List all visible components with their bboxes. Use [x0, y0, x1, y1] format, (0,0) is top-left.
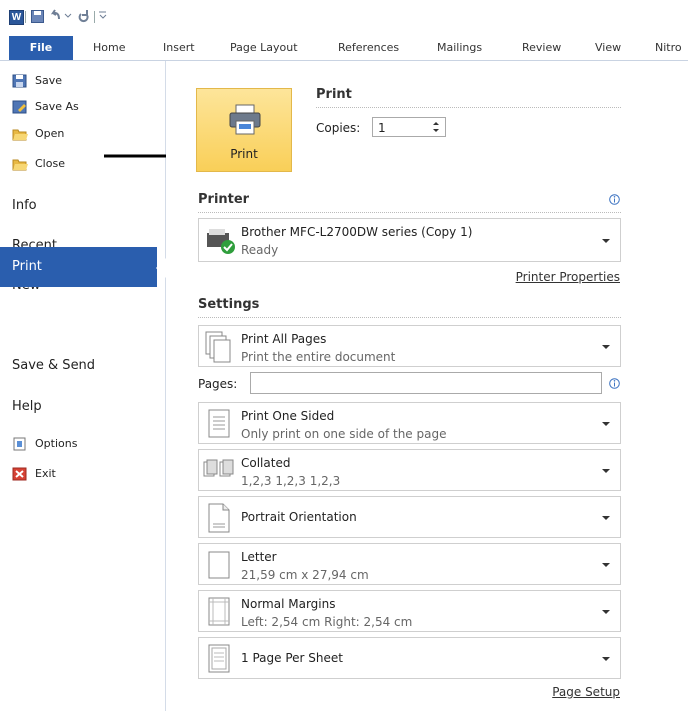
divider [198, 317, 621, 318]
chevron-down-icon [602, 563, 610, 567]
menu-print[interactable]: Print [0, 247, 157, 287]
copies-label: Copies: [316, 121, 361, 135]
one-sided-icon [208, 409, 230, 438]
setting-subtitle: Left: 2,54 cm Right: 2,54 cm [241, 615, 413, 629]
tab-page-layout[interactable]: Page Layout [230, 41, 298, 54]
printer-dropdown[interactable]: Brother MFC-L2700DW series (Copy 1) Read… [198, 218, 621, 262]
ribbon-tabs: File Home Insert Page Layout References … [0, 32, 688, 61]
setting-subtitle: 21,59 cm x 27,94 cm [241, 568, 369, 582]
print-button[interactable]: Print [196, 88, 292, 172]
chevron-down-icon [602, 610, 610, 614]
chevron-down-icon [602, 469, 610, 473]
pages-per-sheet-icon [208, 644, 230, 673]
tab-file[interactable]: File [9, 36, 73, 60]
collation-dropdown[interactable]: Collated 1,2,3 1,2,3 1,2,3 [198, 449, 621, 491]
portrait-icon [208, 503, 230, 533]
qat-separator [25, 11, 26, 23]
info-icon[interactable] [609, 378, 620, 389]
pages-input[interactable] [250, 372, 602, 394]
setting-title: Normal Margins [241, 597, 336, 611]
qat-separator [94, 11, 95, 23]
info-icon[interactable] [609, 194, 620, 205]
tab-home[interactable]: Home [93, 41, 125, 54]
page-setup-link[interactable]: Page Setup [552, 685, 620, 699]
tab-insert[interactable]: Insert [163, 41, 195, 54]
exit-icon [12, 467, 27, 481]
printer-heading: Printer [198, 192, 250, 207]
tab-mailings[interactable]: Mailings [437, 41, 482, 54]
copies-spinner[interactable]: 1 [372, 117, 446, 137]
chevron-down-icon [602, 422, 610, 426]
menu-info[interactable]: Info [12, 198, 37, 213]
settings-heading: Settings [198, 297, 260, 312]
options-icon [13, 437, 26, 451]
printer-icon [229, 104, 261, 135]
collated-icon [203, 459, 234, 477]
setting-title: Print All Pages [241, 332, 327, 346]
setting-title: Portrait Orientation [241, 510, 357, 524]
margins-dropdown[interactable]: Normal Margins Left: 2,54 cm Right: 2,54… [198, 590, 621, 632]
customize-qat-icon[interactable] [99, 11, 107, 21]
printer-ready-icon [207, 229, 235, 254]
tab-references[interactable]: References [338, 41, 399, 54]
menu-save-as[interactable]: Save As [35, 100, 79, 113]
menu-help[interactable]: Help [12, 399, 42, 414]
menu-print-label: Print [12, 259, 42, 274]
save-as-icon [12, 100, 27, 114]
menu-open[interactable]: Open [35, 127, 64, 140]
setting-title: 1 Page Per Sheet [241, 651, 343, 665]
setting-subtitle: Only print on one side of the page [241, 427, 447, 441]
chevron-down-icon [602, 516, 610, 520]
print-heading: Print [316, 87, 352, 102]
save-icon[interactable] [31, 10, 44, 23]
menu-save-send[interactable]: Save & Send [12, 358, 95, 373]
pages-icon [205, 331, 231, 363]
quick-access-toolbar: W [0, 0, 688, 32]
chevron-down-icon [602, 345, 610, 349]
tab-view[interactable]: View [595, 41, 621, 54]
divider [316, 107, 621, 108]
paper-size-icon [208, 551, 230, 579]
setting-title: Letter [241, 550, 277, 564]
chevron-down-icon [602, 657, 610, 661]
print-range-dropdown[interactable]: Print All Pages Print the entire documen… [198, 325, 621, 367]
print-button-label: Print [230, 147, 258, 161]
menu-options[interactable]: Options [35, 437, 77, 450]
setting-title: Collated [241, 456, 291, 470]
tab-review[interactable]: Review [522, 41, 561, 54]
paper-size-dropdown[interactable]: Letter 21,59 cm x 27,94 cm [198, 543, 621, 585]
printer-status: Ready [241, 243, 279, 257]
setting-subtitle: Print the entire document [241, 350, 396, 364]
margins-icon [208, 597, 230, 626]
setting-title: Print One Sided [241, 409, 335, 423]
menu-save[interactable]: Save [35, 74, 62, 87]
pages-per-sheet-dropdown[interactable]: 1 Page Per Sheet [198, 637, 621, 679]
divider [198, 212, 621, 213]
pages-label: Pages: [198, 377, 238, 391]
spin-arrows-icon[interactable] [432, 121, 440, 133]
redo-icon[interactable] [77, 9, 91, 23]
chevron-down-icon [602, 239, 610, 243]
menu-close[interactable]: Close [35, 157, 65, 170]
save-icon [12, 74, 27, 88]
close-folder-icon [12, 159, 28, 171]
selection-pointer [156, 258, 166, 278]
tab-nitro[interactable]: Nitro [655, 41, 682, 54]
printer-properties-link[interactable]: Printer Properties [516, 270, 620, 284]
undo-icon[interactable] [50, 9, 72, 23]
printer-name: Brother MFC-L2700DW series (Copy 1) [241, 225, 473, 239]
setting-subtitle: 1,2,3 1,2,3 1,2,3 [241, 474, 341, 488]
copies-value: 1 [378, 121, 386, 135]
word-app-icon[interactable]: W [9, 10, 24, 25]
open-folder-icon [12, 129, 28, 141]
orientation-dropdown[interactable]: Portrait Orientation [198, 496, 621, 538]
sides-dropdown[interactable]: Print One Sided Only print on one side o… [198, 402, 621, 444]
menu-exit[interactable]: Exit [35, 467, 56, 480]
